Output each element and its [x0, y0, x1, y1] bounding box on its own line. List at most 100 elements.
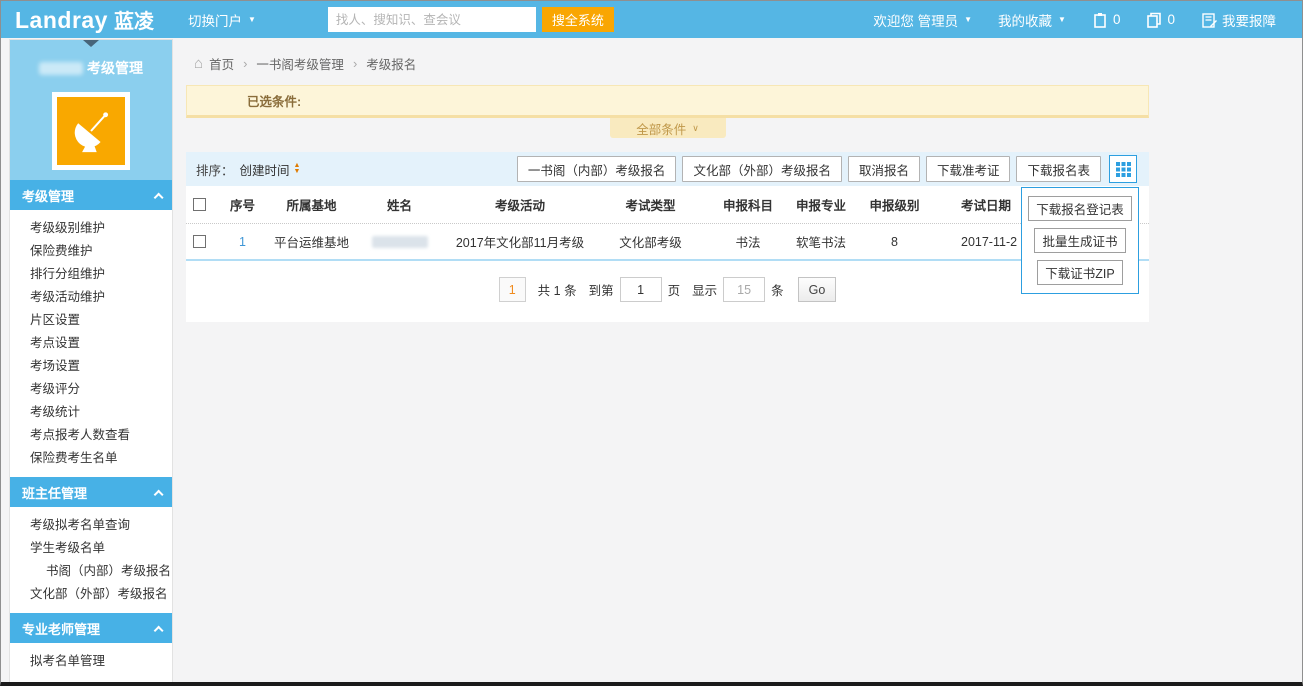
cell-activity: 2017年文化部11月考级 — [449, 232, 591, 251]
all-conditions-wrap: 全部条件 ∨ — [186, 118, 1149, 138]
column-header-subject: 申报科目 — [710, 195, 786, 214]
sidebar-section-pro-teacher[interactable]: 专业老师管理 — [10, 613, 172, 643]
cancel-register-button[interactable]: 取消报名 — [848, 156, 920, 182]
breadcrumb: ⌂ 首页 › 一书阁考级管理 › 考级报名 — [194, 54, 1302, 73]
sort-field-created-time[interactable]: 创建时间 — [240, 160, 290, 179]
sidebar-menu-head-teacher: 考级拟考名单查询 学生考级名单 书阁（内部）考级报名 文化部（外部）考级报名 — [10, 507, 172, 613]
internal-register-button[interactable]: 一书阁（内部）考级报名 — [517, 156, 677, 182]
page-number-input[interactable] — [620, 277, 662, 302]
sidebar-section-exam-management[interactable]: 考级管理 — [10, 180, 172, 210]
sidebar-item[interactable]: 排行分组维护 — [10, 263, 172, 286]
grid-icon — [1116, 162, 1131, 177]
column-header-no: 序号 — [212, 195, 273, 214]
cell-name — [350, 235, 449, 249]
portal-switch-menu[interactable]: 切换门户 ▼ — [188, 10, 256, 30]
sidebar-menu-exam-management: 考级级别维护 保险费维护 排行分组维护 考级活动维护 片区设置 考点设置 考场设… — [10, 210, 172, 477]
sidebar-item[interactable]: 保险费维护 — [10, 240, 172, 263]
breadcrumb-home[interactable]: 首页 — [209, 54, 234, 73]
column-header-exam-type: 考试类型 — [591, 195, 710, 214]
to-page-label: 到第 — [589, 280, 614, 299]
column-header-base: 所属基地 — [273, 195, 350, 214]
table-header-row: 序号 所属基地 姓名 考级活动 考试类型 申报科目 申报专业 申报级别 考试日期 — [186, 186, 1149, 224]
chevron-down-icon: ∨ — [692, 123, 699, 134]
sidebar-item[interactable]: 拟考名单管理 — [10, 650, 172, 673]
sidebar-item[interactable]: 文化部（外部）考级报名 — [10, 583, 172, 606]
sidebar-item[interactable]: 考点设置 — [10, 332, 172, 355]
chevron-up-icon — [154, 489, 164, 499]
breadcrumb-module[interactable]: 一书阁考级管理 — [256, 54, 344, 73]
main-area: ⌂ 首页 › 一书阁考级管理 › 考级报名 已选条件: 全部条件 ∨ 排序： 创… — [173, 38, 1302, 682]
app-icon-frame[interactable] — [52, 92, 130, 170]
go-button[interactable]: Go — [798, 277, 837, 302]
size-unit-label: 条 — [771, 280, 784, 299]
current-page-button[interactable]: 1 — [499, 277, 526, 302]
row-number-link[interactable]: 1 — [239, 235, 246, 249]
toolbar-buttons: 一书阁（内部）考级报名 文化部（外部）考级报名 取消报名 下载准考证 下载报名表 — [511, 155, 1137, 183]
sidebar-item[interactable]: 考点报考人数查看 — [10, 424, 172, 447]
all-conditions-toggle[interactable]: 全部条件 ∨ — [610, 118, 726, 138]
download-certificate-zip-button[interactable]: 下载证书ZIP — [1037, 260, 1122, 285]
selected-conditions-label: 已选条件: — [247, 91, 301, 110]
search-input[interactable] — [328, 7, 536, 32]
sidebar-notch-icon — [83, 40, 99, 47]
clipboard-count: 0 — [1113, 12, 1121, 27]
chevron-down-icon: ▼ — [248, 15, 256, 24]
chevron-down-icon: ▼ — [1058, 15, 1066, 24]
clipboard-badge[interactable]: 0 — [1092, 12, 1121, 28]
external-register-button[interactable]: 文化部（外部）考级报名 — [682, 156, 842, 182]
favorites-menu[interactable]: 我的收藏 ▼ — [998, 10, 1066, 30]
welcome-user-menu[interactable]: 欢迎您 管理员 ▼ — [873, 10, 972, 30]
cell-major: 软笔书法 — [786, 232, 856, 251]
sidebar-item[interactable]: 考级活动维护 — [10, 286, 172, 309]
total-count-text: 共 1 条 — [538, 280, 577, 299]
sidebar-item[interactable]: 片区设置 — [10, 309, 172, 332]
download-registration-form-button[interactable]: 下载报名表 — [1016, 156, 1101, 182]
sidebar-item[interactable]: 保险费考生名单 — [10, 447, 172, 470]
breadcrumb-separator: › — [353, 56, 357, 71]
sidebar-section-head-teacher[interactable]: 班主任管理 — [10, 477, 172, 507]
sort-direction-icon[interactable]: ▲▼ — [294, 163, 301, 175]
sidebar-app-title-text: 考级管理 — [87, 58, 143, 78]
favorites-label: 我的收藏 — [998, 10, 1052, 30]
column-header-level: 申报级别 — [856, 195, 933, 214]
row-checkbox[interactable] — [193, 235, 206, 248]
sidebar-item[interactable]: 考级拟考名单查询 — [10, 514, 172, 537]
search-all-button[interactable]: 搜全系统 — [542, 7, 614, 32]
satellite-dish-icon — [57, 97, 125, 165]
page-size-input[interactable] — [723, 277, 765, 302]
column-header-activity: 考级活动 — [449, 195, 591, 214]
sidebar-item[interactable]: 学生考级名单 — [10, 537, 172, 560]
all-conditions-label: 全部条件 — [636, 119, 686, 138]
documents-badge[interactable]: 0 — [1146, 12, 1175, 28]
chevron-up-icon — [154, 192, 164, 202]
sidebar-item[interactable]: 考场设置 — [10, 355, 172, 378]
app-window: Landray 蓝凌 切换门户 ▼ 搜全系统 欢迎您 管理员 ▼ 我的收藏 ▼ — [0, 0, 1303, 686]
section-label: 班主任管理 — [22, 483, 87, 502]
home-icon[interactable]: ⌂ — [194, 55, 203, 72]
documents-count: 0 — [1167, 12, 1175, 27]
select-all-checkbox[interactable] — [193, 198, 206, 211]
logo-text-cn: 蓝凌 — [114, 5, 154, 34]
report-issue-link[interactable]: 我要报障 — [1201, 10, 1276, 30]
redacted-title-text — [39, 62, 83, 75]
download-registration-record-button[interactable]: 下载报名登记表 — [1028, 196, 1132, 221]
documents-icon — [1146, 12, 1162, 28]
sidebar-item[interactable]: 考级统计 — [10, 401, 172, 424]
more-actions-grid-button[interactable] — [1109, 155, 1137, 183]
chevron-up-icon — [154, 625, 164, 635]
sidebar-item[interactable]: 书阁（内部）考级报名 — [10, 560, 172, 583]
section-label: 专业老师管理 — [22, 619, 100, 638]
report-issue-icon — [1201, 12, 1217, 28]
redacted-name-text — [372, 236, 428, 248]
sidebar-menu-pro-teacher: 拟考名单管理 — [10, 643, 172, 680]
sidebar-item[interactable]: 考级评分 — [10, 378, 172, 401]
column-header-major: 申报专业 — [786, 195, 856, 214]
batch-generate-certificate-button[interactable]: 批量生成证书 — [1034, 228, 1125, 253]
portal-switch-label: 切换门户 — [188, 10, 242, 30]
sidebar-item[interactable]: 考级级别维护 — [10, 217, 172, 240]
cell-base: 平台运维基地 — [273, 232, 350, 251]
landray-logo[interactable]: Landray 蓝凌 — [15, 5, 154, 34]
sidebar-app-header: 考级管理 — [10, 40, 172, 180]
pagination: 1 共 1 条 到第 页 显示 条 Go — [186, 261, 1149, 322]
download-admission-ticket-button[interactable]: 下载准考证 — [926, 156, 1011, 182]
